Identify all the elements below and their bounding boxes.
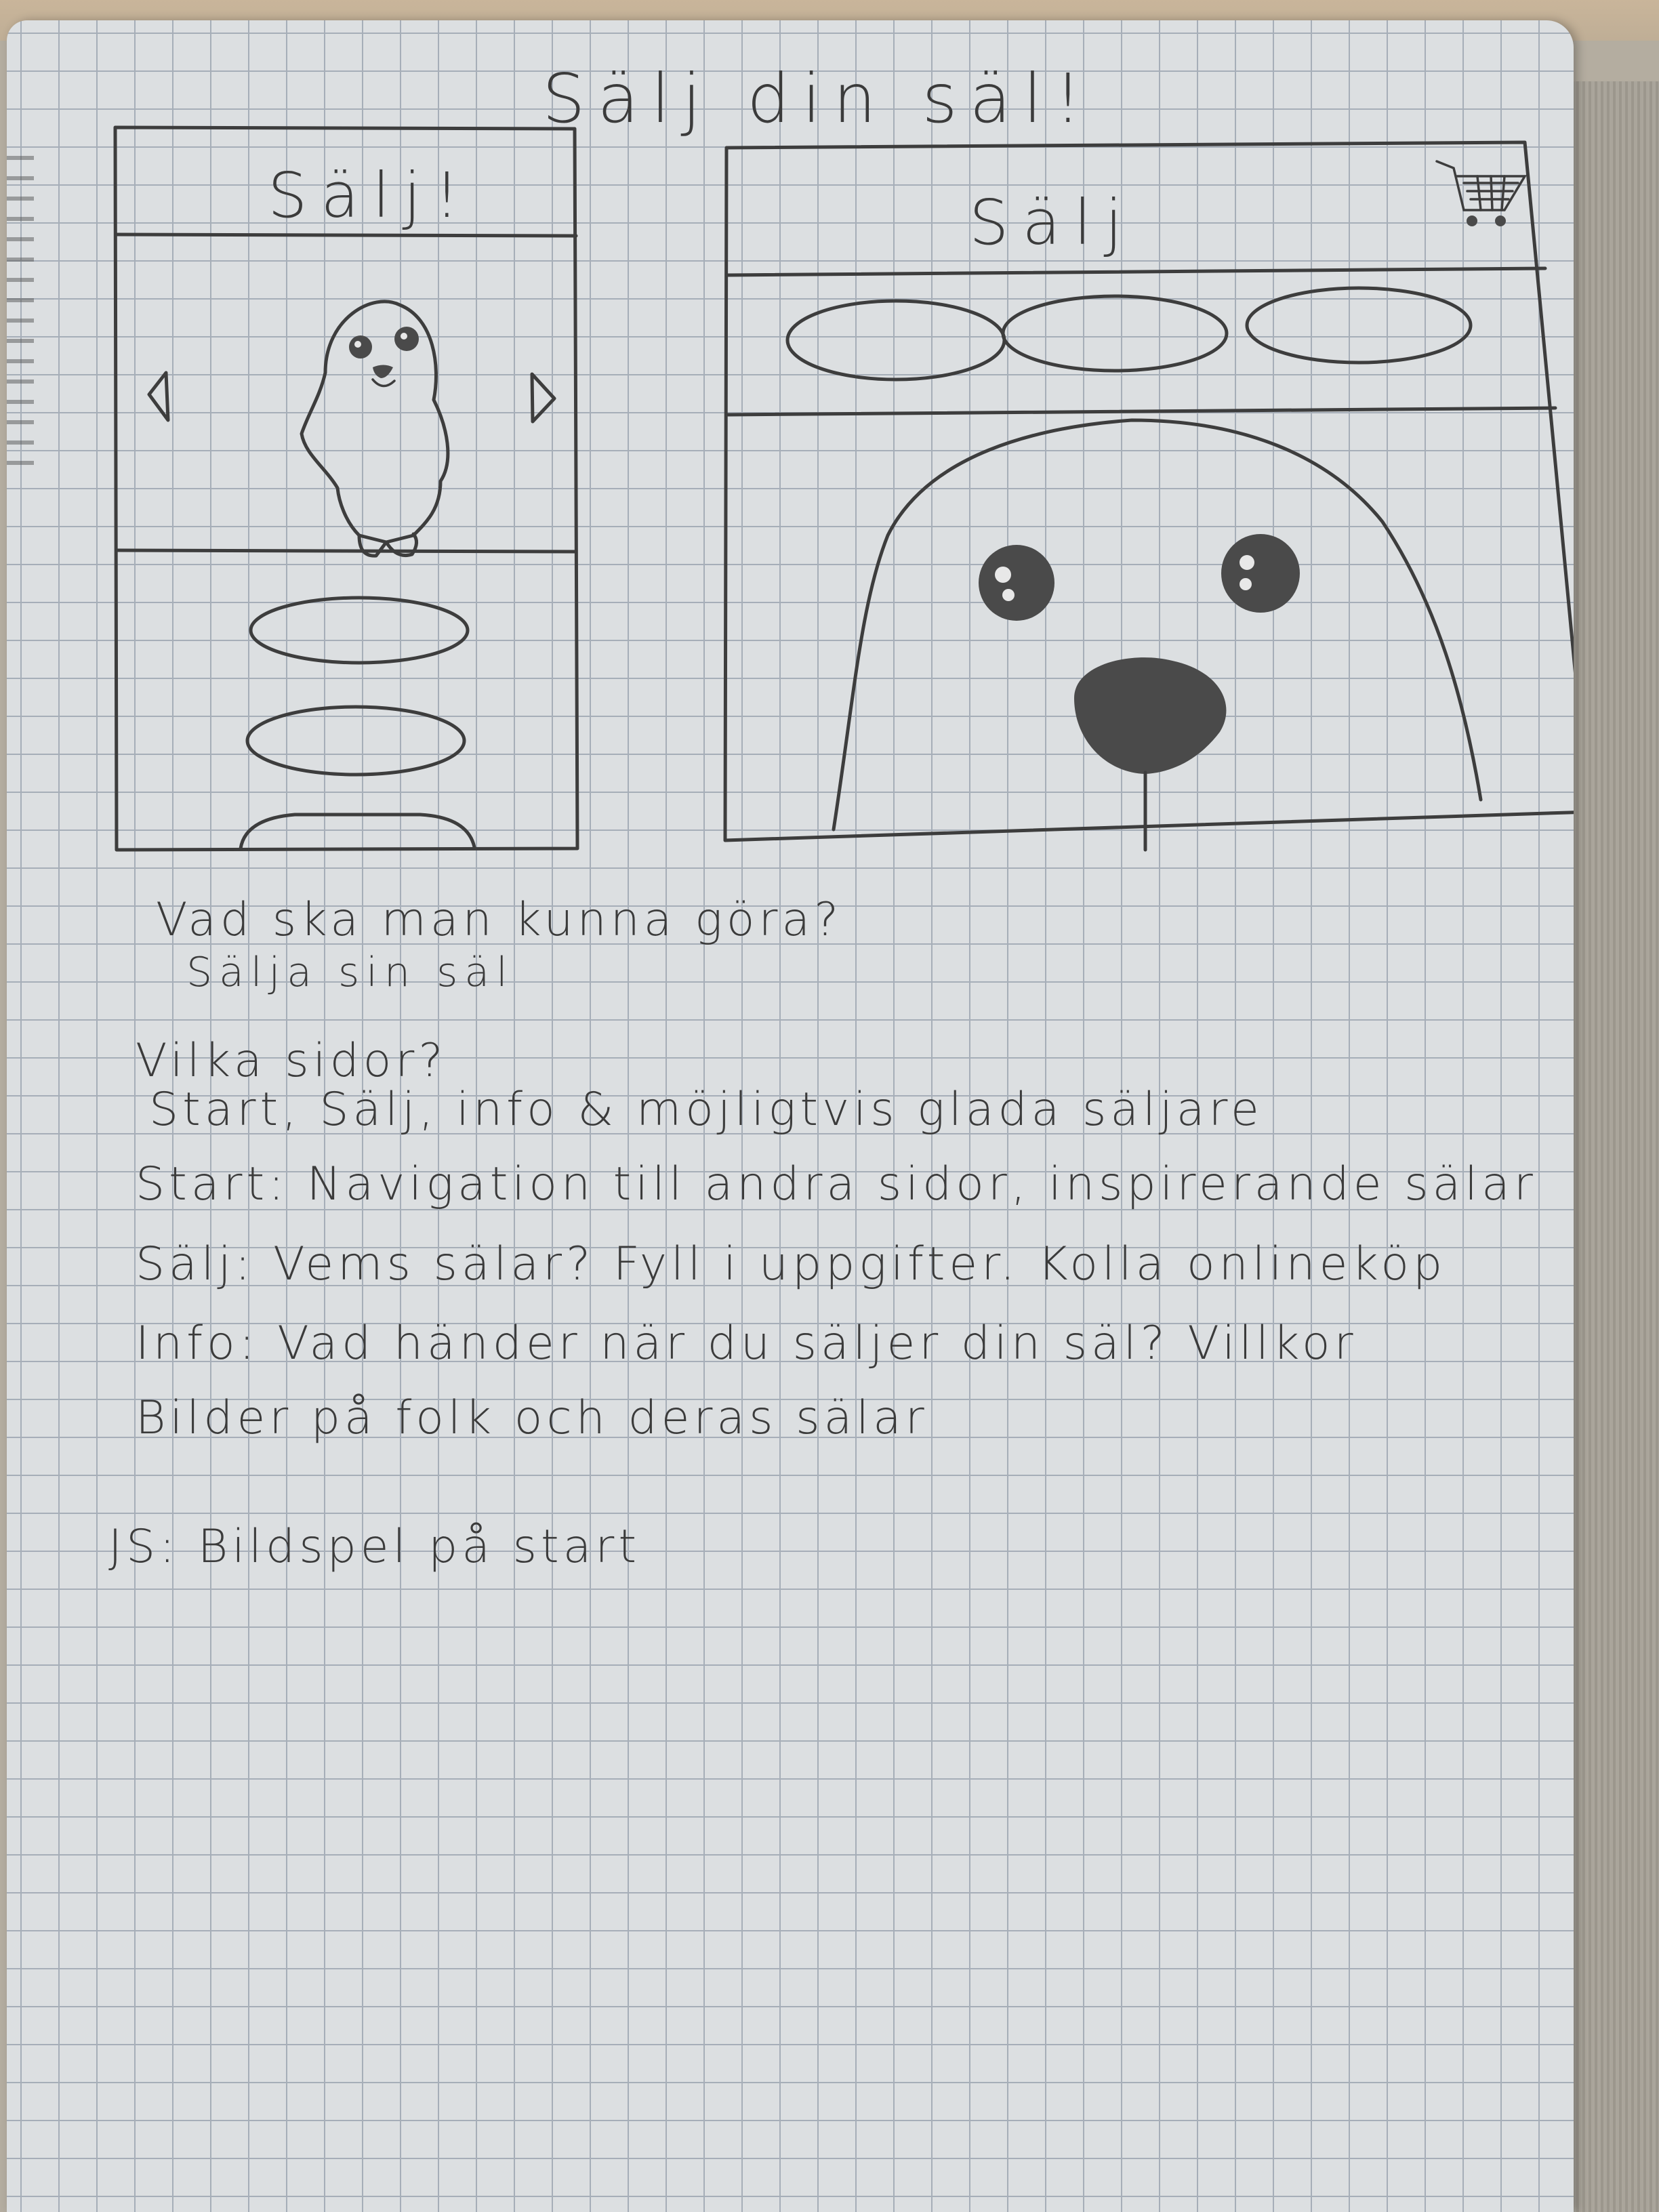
mobile-header-title: Sälj! [268,159,473,232]
cart-icon[interactable] [1435,160,1528,226]
mobile-button-2[interactable] [245,705,466,777]
seal-illustration-small [300,300,450,558]
left-arrow-icon[interactable] [147,371,170,422]
note-start-page: Start: Navigation till andra sidor, insp… [136,1158,1537,1211]
desktop-nav-button-3[interactable] [1245,286,1473,365]
page-title: Sälj din säl! [542,59,1094,138]
desktop-header-divider [724,266,1547,277]
note-answer: Sälja sin säl [186,949,514,996]
notebook-sheet: Sälj din säl! Sälj! Sälj Vad ska man kun… [7,20,1574,2212]
mobile-button-1[interactable] [249,596,470,665]
mobile-button-3[interactable] [239,813,476,851]
note-salj-page: Sälj: Vems sälar? Fyll i uppgifter. Koll… [136,1237,1446,1291]
desktop-wireframe: Sälj [723,140,1574,852]
handwritten-notes: Vad ska man kunna göra? Sälja sin säl Vi… [108,893,1537,1574]
note-pages-list: Start, Sälj, info & möjligtvis glada säl… [149,1083,1263,1136]
desktop-nav-button-1[interactable] [785,299,1006,382]
note-pictures: Bilder på folk och deras sälar [136,1391,928,1445]
desktop-header-title: Sälj [969,186,1136,259]
desktop-nav-button-2[interactable] [1001,294,1229,373]
mobile-slider-divider [115,548,578,554]
note-pages-question: Vilka sidor? [136,1034,447,1088]
mobile-header-divider [115,232,578,238]
note-info-page: Info: Vad händer när du säljer din säl? … [136,1317,1357,1370]
mobile-wireframe: Sälj! [113,125,579,852]
desktop-nav-divider [726,406,1557,417]
wireframe-sketch: Sälj din säl! Sälj! Sälj Vad ska man kun… [108,59,1574,1574]
seal-illustration-large [832,418,1483,852]
note-question: Vad ska man kunna göra? [156,893,842,947]
note-js: JS: Bildspel på start [108,1520,640,1574]
right-arrow-icon[interactable] [530,372,556,424]
